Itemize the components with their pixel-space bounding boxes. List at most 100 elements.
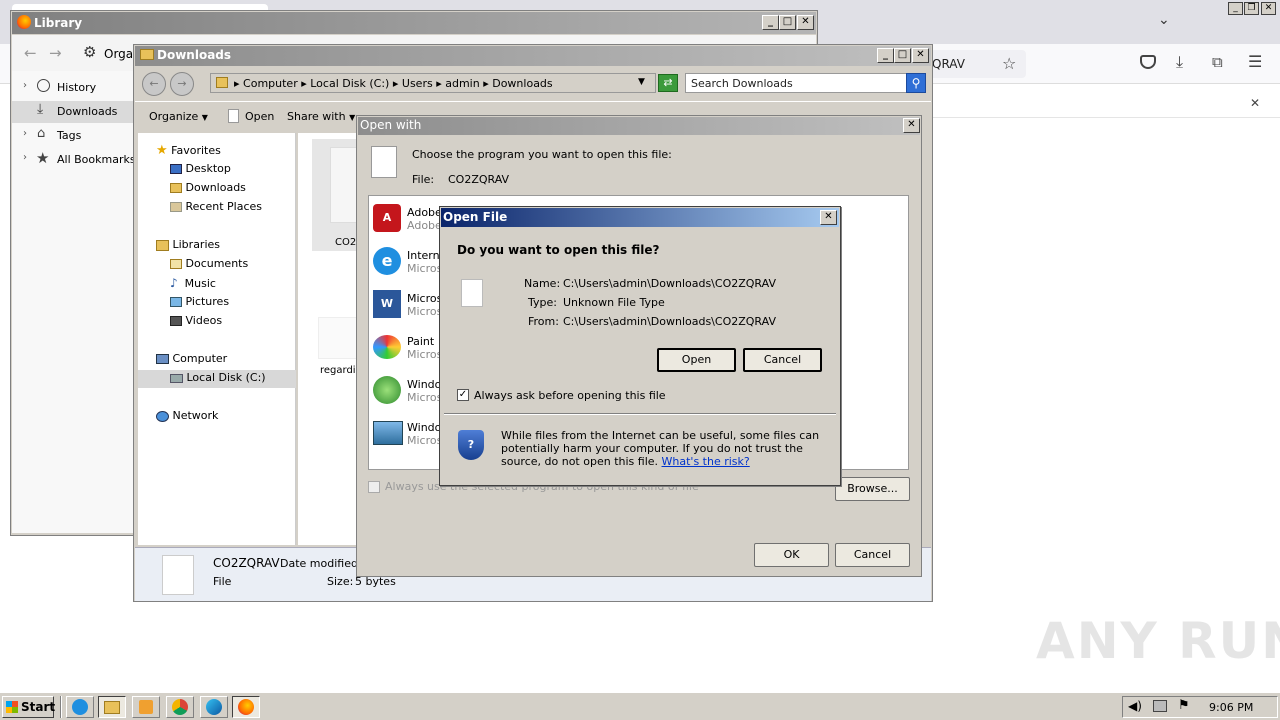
sidebar-item-label: Downloads bbox=[57, 105, 118, 118]
program-vendor: Micros bbox=[407, 434, 443, 447]
firefox-list-tabs-icon[interactable]: ⌄ bbox=[1158, 12, 1170, 28]
nav-computer[interactable]: Computer bbox=[156, 352, 227, 365]
nav-music[interactable]: ♪ Music bbox=[170, 276, 216, 290]
open-with-ok-button[interactable]: OK bbox=[754, 543, 829, 567]
from-value: C:\Users\admin\Downloads\CO2ZQRAV bbox=[563, 315, 776, 328]
nav-libraries[interactable]: Libraries bbox=[156, 238, 220, 251]
open-button[interactable]: Open bbox=[245, 110, 274, 123]
open-file-close-button[interactable]: ✕ bbox=[820, 210, 837, 225]
nav-documents[interactable]: Documents bbox=[170, 257, 248, 270]
navigation-pane bbox=[138, 133, 296, 545]
folder-icon bbox=[140, 49, 154, 60]
nav-label: Pictures bbox=[185, 295, 230, 308]
browse-button[interactable]: Browse... bbox=[835, 477, 910, 501]
organize-button[interactable]: Organize ▼ bbox=[149, 110, 208, 123]
nav-label: Music bbox=[184, 277, 216, 290]
library-close-button[interactable]: ✕ bbox=[797, 15, 814, 30]
taskbar-chrome-icon[interactable] bbox=[166, 696, 194, 718]
taskbar-explorer-icon[interactable] bbox=[98, 696, 126, 718]
firefox-close-button[interactable]: ✕ bbox=[1261, 2, 1276, 15]
word-icon: W bbox=[373, 290, 401, 318]
taskbar-edge-icon[interactable] bbox=[200, 696, 228, 718]
downloads-folder-icon bbox=[170, 183, 182, 193]
extensions-icon[interactable]: ⧉ bbox=[1212, 53, 1223, 71]
library-forward-icon[interactable]: → bbox=[49, 44, 62, 62]
library-organize-gear-icon[interactable]: ⚙ bbox=[83, 43, 96, 61]
open-with-close-button[interactable]: ✕ bbox=[903, 118, 920, 133]
documents-icon bbox=[170, 259, 182, 269]
breadcrumb-item[interactable]: admin bbox=[445, 77, 479, 90]
bookmark-star-icon[interactable]: ☆ bbox=[1002, 54, 1016, 73]
taskbar-ie-icon[interactable] bbox=[66, 696, 94, 718]
windows-logo-icon bbox=[6, 701, 18, 713]
start-label: Start bbox=[21, 700, 56, 714]
nav-recent-places[interactable]: Recent Places bbox=[170, 200, 262, 213]
whats-the-risk-link[interactable]: What's the risk? bbox=[662, 455, 750, 468]
nav-pictures[interactable]: Pictures bbox=[170, 295, 229, 308]
volume-icon[interactable]: ◀) bbox=[1128, 699, 1142, 713]
sidebar-item-tags[interactable]: › ⌂ Tags bbox=[23, 126, 133, 145]
open-file-cancel-button[interactable]: Cancel bbox=[743, 348, 822, 372]
nav-favorites[interactable]: ★ Favorites bbox=[156, 143, 221, 158]
network-tray-icon[interactable] bbox=[1153, 700, 1167, 712]
firefox-min-button[interactable]: _ bbox=[1228, 2, 1243, 15]
downloads-icon[interactable]: ⤓ bbox=[1176, 52, 1183, 72]
paint-palette-icon bbox=[373, 335, 401, 359]
nav-network[interactable]: Network bbox=[156, 409, 218, 422]
breadcrumb-item[interactable]: Computer bbox=[243, 77, 298, 90]
nav-label: Network bbox=[172, 409, 219, 422]
explorer-close-button[interactable]: ✕ bbox=[912, 48, 929, 63]
breadcrumb-item[interactable]: Local Disk (C:) bbox=[310, 77, 389, 90]
sidebar-item-label: History bbox=[57, 81, 97, 94]
open-file-dialog: Open File ✕ Do you want to open this fil… bbox=[439, 206, 841, 486]
firefox-restore-button[interactable]: ❐ bbox=[1244, 2, 1259, 15]
open-file-open-button[interactable]: Open bbox=[657, 348, 736, 372]
forward-arrow-icon[interactable]: → bbox=[170, 72, 194, 96]
sidebar-item-history[interactable]: › History bbox=[23, 79, 133, 97]
search-icon[interactable]: ⚲ bbox=[906, 73, 926, 93]
program-item-windows-2[interactable]: Window Micros bbox=[371, 417, 450, 451]
nav-videos[interactable]: Videos bbox=[170, 314, 222, 327]
file-icon bbox=[318, 317, 358, 359]
breadcrumb-item[interactable]: Downloads bbox=[492, 77, 552, 90]
nav-downloads[interactable]: Downloads bbox=[170, 181, 246, 194]
program-item-ie[interactable]: e Interne Micros bbox=[371, 245, 446, 279]
back-arrow-icon[interactable]: ← bbox=[142, 72, 166, 96]
details-file-icon bbox=[162, 555, 194, 595]
menu-icon[interactable]: ☰ bbox=[1248, 52, 1262, 71]
explorer-max-button[interactable]: □ bbox=[894, 48, 911, 63]
acrobat-icon: A bbox=[373, 204, 401, 232]
nav-label: Desktop bbox=[185, 162, 231, 175]
start-button[interactable]: Start bbox=[2, 696, 56, 718]
breadcrumb-item[interactable]: Users bbox=[402, 77, 433, 90]
nav-desktop[interactable]: Desktop bbox=[170, 162, 231, 175]
library-min-button[interactable]: _ bbox=[762, 15, 779, 30]
nav-label: Computer bbox=[172, 352, 228, 365]
sidebar-item-all-bookmarks[interactable]: › ★ All Bookmarks bbox=[23, 149, 136, 169]
sidebar-item-downloads[interactable]: ⤓ Downloads bbox=[23, 101, 133, 121]
refresh-icon[interactable]: ⇄ bbox=[658, 74, 678, 92]
explorer-min-button[interactable]: _ bbox=[877, 48, 894, 63]
nav-local-disk[interactable]: Local Disk (C:) bbox=[170, 371, 266, 384]
open-with-instruction: Choose the program you want to open this… bbox=[412, 148, 672, 161]
address-dropdown-icon[interactable]: ▼ bbox=[638, 77, 645, 87]
details-date-label: Date modified: bbox=[280, 557, 362, 570]
library-max-button[interactable]: □ bbox=[779, 15, 796, 30]
always-ask-checkbox[interactable]: ✓ bbox=[457, 389, 469, 401]
breadcrumb-sep: ▸ bbox=[234, 77, 244, 90]
notification-close-icon[interactable]: ✕ bbox=[1250, 96, 1260, 110]
share-with-button[interactable]: Share with ▼ bbox=[287, 110, 355, 123]
breadcrumb-sep: ▸ bbox=[483, 77, 493, 90]
action-center-flag-icon[interactable]: ⚑ bbox=[1178, 698, 1190, 713]
program-item-adobe[interactable]: A Adobe Adobe bbox=[371, 202, 442, 236]
library-back-icon[interactable]: ← bbox=[24, 44, 37, 62]
program-item-windows-1[interactable]: Window Micros bbox=[371, 374, 450, 408]
breadcrumb-sep: ▸ bbox=[301, 77, 311, 90]
program-item-paint[interactable]: Paint Micros bbox=[371, 331, 442, 365]
breadcrumb-sep: ▸ bbox=[436, 77, 446, 90]
taskbar-media-player-icon[interactable] bbox=[132, 696, 160, 718]
always-use-checkbox[interactable] bbox=[368, 481, 380, 493]
program-item-word[interactable]: W Micros Micros bbox=[371, 288, 442, 322]
taskbar-firefox-icon[interactable] bbox=[232, 696, 260, 718]
open-with-cancel-button[interactable]: Cancel bbox=[835, 543, 910, 567]
